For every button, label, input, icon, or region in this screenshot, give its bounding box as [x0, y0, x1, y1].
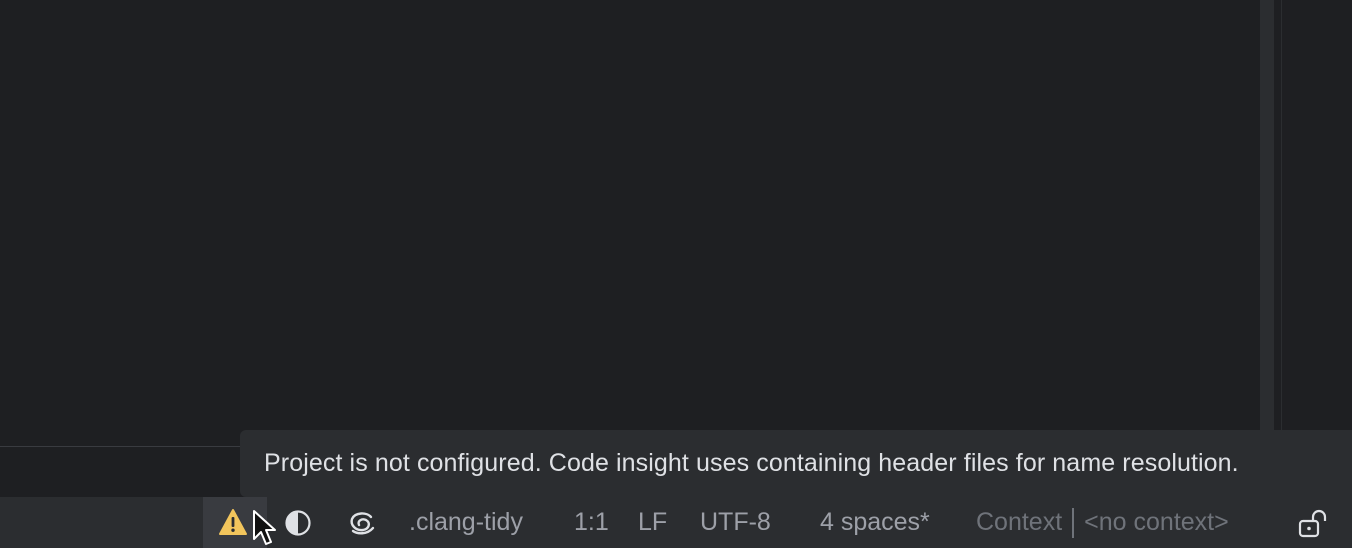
editor-scrollbar[interactable]: [1260, 0, 1274, 430]
encoding-widget[interactable]: UTF-8: [700, 497, 771, 548]
line-separator-label: LF: [638, 508, 668, 536]
caret-position-widget[interactable]: 1:1: [574, 497, 609, 548]
warning-tooltip: Project is not configured. Code insight …: [240, 430, 1352, 497]
ai-swirl-icon[interactable]: [347, 509, 377, 537]
unlock-icon[interactable]: [1298, 509, 1330, 539]
line-separator-widget[interactable]: LF: [638, 497, 667, 548]
indent-widget[interactable]: 4 spaces*: [820, 497, 930, 548]
inspection-profile-label: .clang-tidy: [409, 508, 523, 536]
editor-area[interactable]: [0, 0, 1352, 447]
context-value: <no context>: [1084, 508, 1229, 536]
contrast-icon[interactable]: [284, 509, 312, 537]
indent-label: 4 spaces*: [820, 508, 930, 536]
encoding-label: UTF-8: [700, 508, 771, 536]
status-bar: .clang-tidy 1:1 LF UTF-8 4 spaces* Conte…: [0, 497, 1352, 548]
editor-right-gutter: [1281, 0, 1352, 430]
project-warning-button[interactable]: [203, 497, 276, 548]
warning-icon: [219, 509, 247, 535]
context-separator: [1072, 507, 1075, 538]
caret-position-label: 1:1: [574, 508, 609, 536]
mouse-pointer-icon: [253, 510, 276, 545]
inspection-profile-widget[interactable]: .clang-tidy: [409, 497, 523, 548]
context-label: Context: [976, 508, 1063, 536]
context-widget[interactable]: Context <no context>: [976, 497, 1229, 548]
tooltip-text: Project is not configured. Code insight …: [264, 449, 1239, 477]
